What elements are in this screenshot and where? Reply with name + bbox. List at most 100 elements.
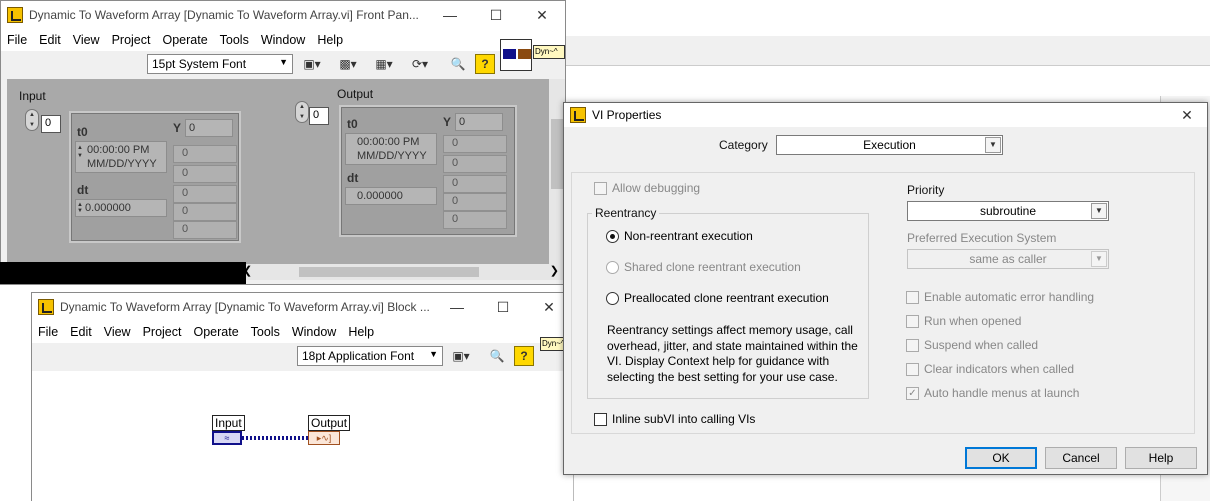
- help-button[interactable]: Help: [1125, 447, 1197, 469]
- minimize-icon[interactable]: —: [434, 293, 480, 321]
- menu-window[interactable]: Window: [255, 33, 311, 47]
- priority-dropdown[interactable]: subroutine ▼: [907, 201, 1109, 221]
- input-t0-date: MM/DD/YYYY: [87, 158, 157, 170]
- front-panel-horizontal-scrollbar[interactable]: ❮ ❯: [241, 264, 565, 280]
- connector-terminal-output: [518, 49, 531, 59]
- menu-edit[interactable]: Edit: [33, 33, 67, 47]
- radio-preallocated-clone[interactable]: Preallocated clone reentrant execution: [606, 291, 829, 305]
- input-y-element[interactable]: 0: [173, 203, 237, 221]
- search-icon[interactable]: 🔍: [445, 54, 471, 74]
- dynamic-data-wire: [242, 436, 308, 440]
- resize-objects-icon[interactable]: ▦▾: [371, 54, 397, 74]
- suspend-when-called-checkbox[interactable]: Suspend when called: [906, 338, 1038, 352]
- input-t0-field[interactable]: ▲ ▼ 00:00:00 PM MM/DD/YYYY: [75, 141, 167, 173]
- category-dropdown[interactable]: Execution ▼: [776, 135, 1003, 155]
- scroll-right-icon[interactable]: ❯: [550, 264, 559, 277]
- input-dt-label: dt: [77, 183, 89, 197]
- output-y-element: 0: [443, 155, 507, 173]
- scroll-thumb[interactable]: [551, 119, 563, 189]
- run-when-opened-checkbox[interactable]: Run when opened: [906, 314, 1021, 328]
- context-help-icon[interactable]: ?: [475, 54, 495, 74]
- input-y-element[interactable]: 0: [173, 145, 237, 163]
- output-label: Output: [337, 87, 374, 101]
- output-t0-field: 00:00:00 PM MM/DD/YYYY: [345, 133, 437, 165]
- dialog-title: VI Properties: [592, 108, 662, 122]
- output-y-label: Y: [443, 115, 452, 129]
- checkmark-icon: ✓: [906, 386, 919, 400]
- reentrancy-label: Reentrancy: [592, 206, 660, 220]
- block-diagram-toolbar: 18pt Application Font ▼ ▣▾ 🔍 ?: [32, 343, 572, 366]
- vi-icon[interactable]: Dyn~^: [533, 45, 565, 59]
- exec-system-dropdown[interactable]: same as caller ▼: [907, 249, 1109, 269]
- menu-project[interactable]: Project: [106, 33, 157, 47]
- clear-indicators-checkbox[interactable]: Clear indicators when called: [906, 362, 1074, 376]
- distribute-objects-icon[interactable]: ▩▾: [335, 54, 361, 74]
- menu-operate[interactable]: Operate: [156, 33, 213, 47]
- redaction-bar: [0, 262, 246, 284]
- radio-non-reentrant[interactable]: Non-reentrant execution: [606, 229, 753, 243]
- front-panel-canvas[interactable]: Input ▲ ▼ 0 t0 ▲ ▼ 00:00:00 PM MM/DD/YYYY …: [7, 79, 549, 264]
- inline-subvi-checkbox[interactable]: Inline subVI into calling VIs: [594, 412, 755, 426]
- input-index-value[interactable]: 0: [41, 115, 61, 133]
- waveform-icon: ~^: [549, 47, 558, 56]
- menu-window[interactable]: Window: [286, 325, 342, 339]
- block-diagram-titlebar[interactable]: Dynamic To Waveform Array [Dynamic To Wa…: [32, 293, 572, 321]
- close-icon[interactable]: ✕: [1167, 103, 1207, 127]
- output-index-stepper[interactable]: ▲ ▼: [295, 101, 309, 123]
- exec-system-label: Preferred Execution System: [907, 231, 1057, 245]
- front-panel-titlebar[interactable]: Dynamic To Waveform Array [Dynamic To Wa…: [1, 1, 565, 29]
- input-dt-field[interactable]: ▲ ▼ 0.000000: [75, 199, 167, 217]
- menu-view[interactable]: View: [67, 33, 106, 47]
- front-panel-title: Dynamic To Waveform Array [Dynamic To Wa…: [29, 8, 419, 22]
- input-y-index[interactable]: 0: [185, 119, 233, 137]
- cancel-button[interactable]: Cancel: [1045, 447, 1117, 469]
- input-dt-stepper[interactable]: ▲ ▼: [77, 202, 83, 214]
- input-t0-stepper[interactable]: ▲ ▼: [77, 144, 83, 160]
- font-selector[interactable]: 18pt Application Font ▼: [297, 346, 443, 366]
- reorder-icon[interactable]: ⟳▾: [407, 54, 433, 74]
- menu-help[interactable]: Help: [311, 33, 349, 47]
- input-terminal[interactable]: ≈: [212, 431, 242, 445]
- dialog-titlebar[interactable]: VI Properties ✕: [564, 103, 1207, 127]
- minimize-icon[interactable]: —: [427, 1, 473, 29]
- menu-operate[interactable]: Operate: [187, 325, 244, 339]
- output-y-index[interactable]: 0: [455, 113, 503, 131]
- input-index-stepper[interactable]: ▲ ▼: [25, 109, 39, 131]
- menu-tools[interactable]: Tools: [245, 325, 286, 339]
- menu-help[interactable]: Help: [342, 325, 380, 339]
- search-icon[interactable]: 🔍: [484, 346, 510, 366]
- context-help-icon[interactable]: ?: [514, 346, 534, 366]
- input-y-element[interactable]: 0: [173, 221, 237, 239]
- block-diagram-title: Dynamic To Waveform Array [Dynamic To Wa…: [60, 300, 430, 314]
- input-y-element[interactable]: 0: [173, 165, 237, 183]
- chevron-down-icon: ▼: [1091, 203, 1107, 219]
- menu-view[interactable]: View: [98, 325, 137, 339]
- radio-shared-clone[interactable]: Shared clone reentrant execution: [606, 260, 801, 274]
- ok-button[interactable]: OK: [965, 447, 1037, 469]
- close-icon[interactable]: ✕: [519, 1, 565, 29]
- output-y-element: 0: [443, 175, 507, 193]
- input-waveform-cluster: t0 ▲ ▼ 00:00:00 PM MM/DD/YYYY dt ▲ ▼ 0.000…: [69, 111, 241, 243]
- allow-debugging-checkbox[interactable]: Allow debugging: [594, 181, 700, 195]
- menu-tools[interactable]: Tools: [214, 33, 255, 47]
- reentrancy-help-text: Reentrancy settings affect memory usage,…: [607, 323, 858, 384]
- menu-file[interactable]: File: [1, 33, 33, 47]
- maximize-icon[interactable]: ☐: [473, 1, 519, 29]
- scroll-thumb[interactable]: [299, 267, 479, 277]
- output-terminal[interactable]: ▸∿]: [308, 431, 340, 445]
- output-dt-field: 0.000000: [345, 187, 437, 205]
- menu-edit[interactable]: Edit: [64, 325, 98, 339]
- connector-pane[interactable]: [500, 39, 532, 71]
- block-diagram-canvas[interactable]: Input ≈ Output ▸∿]: [32, 371, 573, 501]
- labview-vi-icon: [7, 7, 23, 23]
- auto-handle-menus-checkbox[interactable]: ✓ Auto handle menus at launch: [906, 386, 1079, 400]
- menu-project[interactable]: Project: [137, 325, 188, 339]
- error-handling-checkbox[interactable]: Enable automatic error handling: [906, 290, 1094, 304]
- align-objects-icon[interactable]: ▣▾: [448, 346, 474, 366]
- maximize-icon[interactable]: ☐: [480, 293, 526, 321]
- align-objects-icon[interactable]: ▣▾: [299, 54, 325, 74]
- input-y-element[interactable]: 0: [173, 185, 237, 203]
- menu-file[interactable]: File: [32, 325, 64, 339]
- font-selector[interactable]: 15pt System Font ▼: [147, 54, 293, 74]
- input-t0-time: 00:00:00 PM: [87, 144, 150, 156]
